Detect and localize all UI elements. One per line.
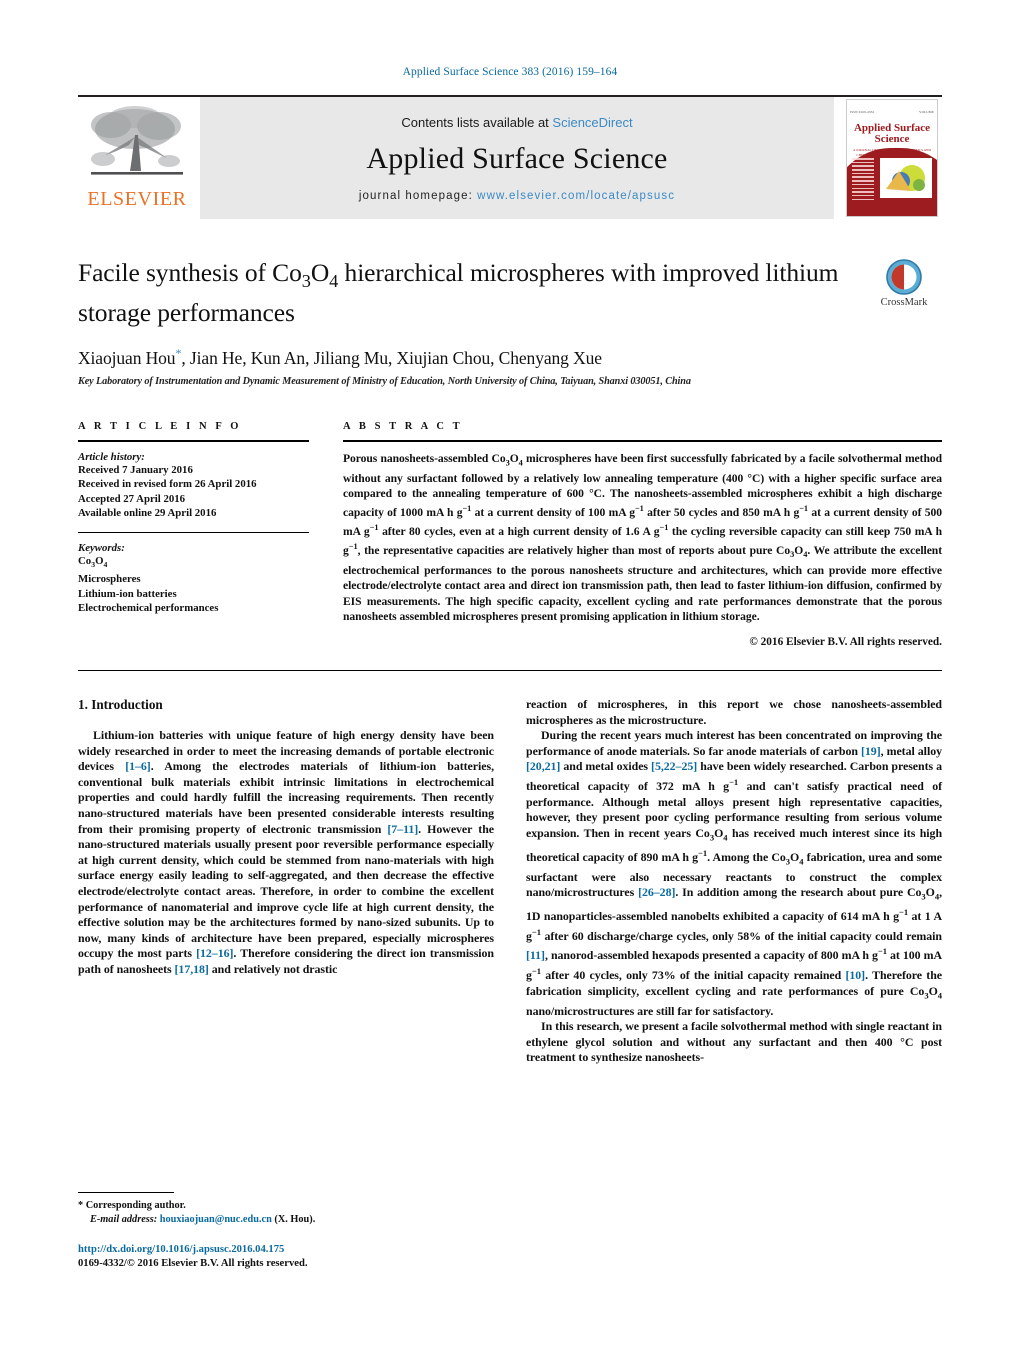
abstract-column: A B S T R A C T Porous nanosheets-assemb…: [343, 421, 942, 648]
corresponding-author-note: * Corresponding author.: [78, 1200, 186, 1211]
article-info-heading: A R T I C L E I N F O: [78, 420, 242, 432]
contents-prefix: Contents lists available at: [401, 114, 553, 130]
authors-text: Xiaojuan Hou*, Jian He, Kun An, Jiliang …: [78, 346, 602, 368]
elsevier-logo: ELSEVIER: [78, 97, 196, 219]
contents-available-line: Contents lists available at ScienceDirec…: [401, 115, 632, 130]
crossmark-label: CrossMark: [880, 297, 928, 308]
cover-title: Applied Surface Science: [853, 122, 931, 145]
doi-block: http://dx.doi.org/10.1016/j.apsusc.2016.…: [78, 1243, 494, 1271]
keyword-item: Lithium-ion batteries: [78, 587, 177, 600]
section-heading-introduction: 1. Introduction: [78, 697, 163, 713]
article-header: CrossMark Facile synthesis of Co3O4 hier…: [78, 257, 942, 387]
cover-issn: ISSN 0169-4332: [850, 109, 875, 114]
journal-homepage-line: journal homepage: www.elsevier.com/locat…: [359, 190, 675, 202]
journal-cover-thumbnail: ISSN 0169-4332 VOLUME Applied Surface Sc…: [842, 97, 942, 219]
abstract-copyright: © 2016 Elsevier B.V. All rights reserved…: [749, 636, 942, 649]
doi-link[interactable]: http://dx.doi.org/10.1016/j.apsusc.2016.…: [78, 1243, 494, 1257]
email-label: E-mail address:: [90, 1214, 158, 1225]
abstract-heading: A B S T R A C T: [343, 420, 463, 432]
article-history-label: Article history:: [78, 450, 145, 463]
body-column-right: reaction of microspheres, in this report…: [526, 697, 942, 1066]
elsevier-tree-icon: [91, 106, 183, 175]
paragraph: reaction of microspheres, in this report…: [526, 697, 942, 727]
article-page: Applied Surface Science 383 (2016) 159–1…: [0, 0, 1020, 1351]
journal-title: Applied Surface Science: [366, 141, 668, 175]
keyword-item: Co3O4: [78, 554, 108, 569]
history-item: Received 7 January 2016: [78, 463, 193, 476]
author-list: Xiaojuan Hou*, Jian He, Kun An, Jiliang …: [78, 346, 942, 369]
affiliation: Key Laboratory of Instrumentation and Dy…: [78, 375, 691, 387]
footnote-region: * Corresponding author. E-mail address: …: [78, 1192, 494, 1271]
page-title: Facile synthesis of Co3O4 hierarchical m…: [78, 257, 878, 328]
cover-volume: VOLUME: [919, 109, 934, 114]
email-note: E-mail address: houxiaojuan@nuc.edu.cn (…: [78, 1213, 494, 1227]
cover-figure-icon: [881, 159, 931, 197]
history-item: Available online 29 April 2016: [78, 507, 217, 520]
elsevier-wordmark: ELSEVIER: [87, 188, 187, 210]
crossmark-icon: [886, 259, 922, 295]
history-item: Received in revised form 26 April 2016: [78, 478, 257, 491]
paragraph: Lithium-ion batteries with unique featur…: [78, 728, 494, 976]
body-column-left: 1. Introduction Lithium-ion batteries wi…: [78, 697, 494, 1066]
masthead-center: Contents lists available at ScienceDirec…: [200, 97, 834, 219]
info-abstract-region: A R T I C L E I N F O Article history: R…: [78, 421, 942, 648]
journal-homepage-link[interactable]: www.elsevier.com/locate/apsusc: [477, 190, 675, 202]
cover-header: ISSN 0169-4332 VOLUME: [847, 100, 937, 121]
footnote-divider: [78, 1192, 174, 1193]
abstract-divider: [343, 439, 942, 442]
keyword-item: Microspheres: [78, 573, 141, 586]
homepage-prefix: journal homepage:: [358, 189, 478, 202]
cover-figure: [880, 158, 932, 198]
cover-image: ISSN 0169-4332 VOLUME Applied Surface Sc…: [846, 99, 938, 217]
body-top-divider: [78, 670, 942, 672]
sciencedirect-link[interactable]: ScienceDirect: [552, 115, 632, 130]
body-columns: 1. Introduction Lithium-ion batteries wi…: [78, 697, 942, 1066]
keywords-label: Keywords:: [78, 541, 125, 554]
title-segment-1: Facile synthesis of Co: [78, 258, 302, 287]
paragraph: In this research, we present a facile so…: [526, 1019, 942, 1065]
keywords-divider: [78, 531, 309, 533]
keyword-item: Electrochemical performances: [78, 601, 219, 614]
title-segment-2: O: [310, 258, 330, 287]
crossmark-badge[interactable]: CrossMark: [866, 259, 942, 308]
article-info-divider: [78, 439, 309, 442]
issn-copyright: 0169-4332/© 2016 Elsevier B.V. All right…: [78, 1258, 308, 1269]
history-item: Accepted 27 April 2016: [78, 492, 186, 505]
article-info-column: A R T I C L E I N F O Article history: R…: [78, 421, 309, 648]
email-link[interactable]: houxiaojuan@nuc.edu.cn: [160, 1214, 272, 1225]
cover-contents-lines: [852, 158, 874, 202]
title-sub-2: 4: [329, 271, 339, 292]
email-suffix: (X. Hou).: [274, 1214, 316, 1225]
paragraph: During the recent years much interest ha…: [526, 728, 943, 1018]
running-head: Applied Surface Science 383 (2016) 159–1…: [402, 66, 618, 78]
abstract-text: Porous nanosheets-assembled Co3O4 micros…: [343, 451, 943, 623]
journal-masthead: ELSEVIER Contents lists available at Sci…: [78, 95, 942, 219]
title-sub-1: 3: [301, 271, 311, 292]
